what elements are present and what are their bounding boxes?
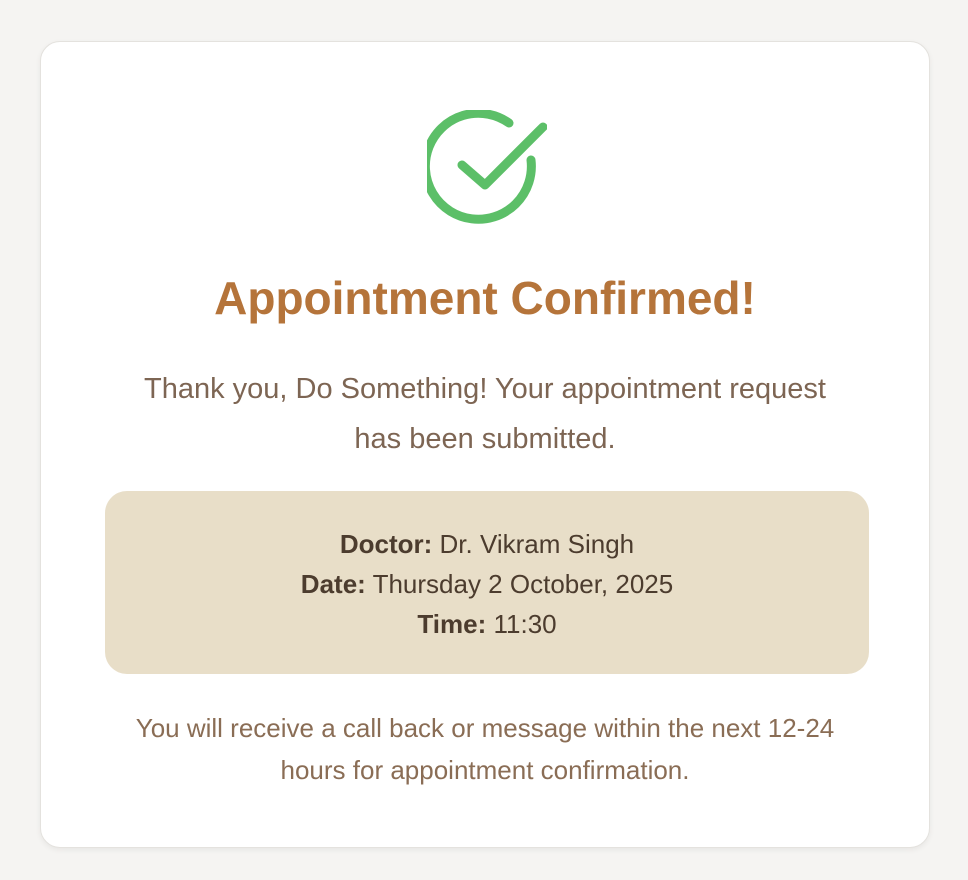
- follow-up-note: You will receive a call back or message …: [135, 713, 835, 785]
- time-row: Time: 11:30: [105, 604, 869, 644]
- appointment-details: Doctor: Dr. Vikram Singh Date: Thursday …: [105, 491, 869, 674]
- confirmation-card: Appointment Confirmed! Thank you, Do Som…: [40, 41, 930, 848]
- time-value: 11:30: [493, 609, 557, 639]
- time-label: Time:: [417, 609, 487, 639]
- doctor-value: Dr. Vikram Singh: [439, 529, 635, 559]
- confirmation-message: Thank you, Do Something! Your appointmen…: [144, 373, 826, 455]
- confirmation-title: Appointment Confirmed!: [214, 272, 756, 324]
- date-value: Thursday 2 October, 2025: [372, 569, 674, 599]
- check-circle-icon: [427, 110, 547, 224]
- date-label: Date:: [300, 569, 366, 599]
- date-row: Date: Thursday 2 October, 2025: [105, 564, 869, 604]
- doctor-row: Doctor: Dr. Vikram Singh: [105, 524, 869, 564]
- doctor-label: Doctor:: [339, 529, 433, 559]
